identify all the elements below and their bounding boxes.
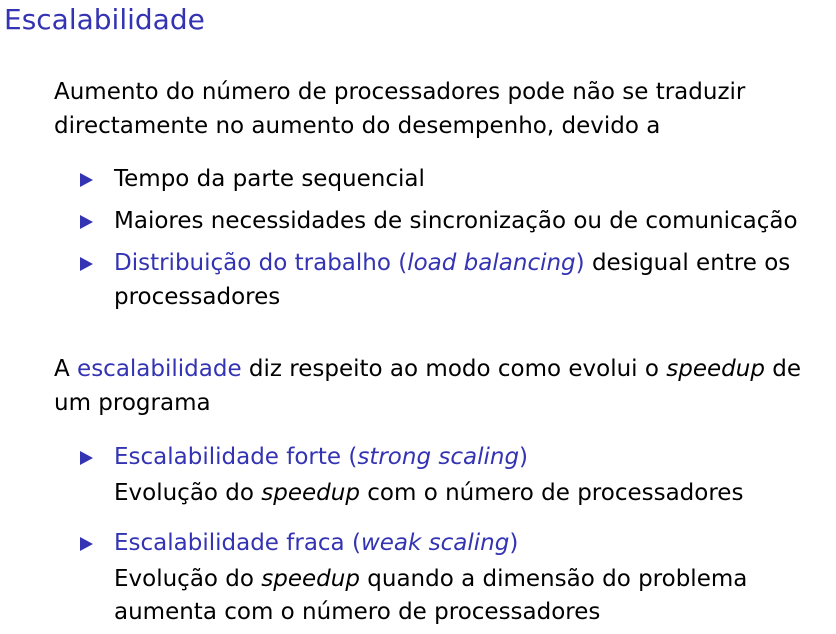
definition-line-2: um programa	[54, 390, 211, 416]
weak-desc-a: Evolução do	[114, 566, 262, 592]
triangle-bullet-icon	[80, 257, 93, 271]
triangle-bullet-icon	[80, 215, 93, 229]
weak-scaling-description-line-2: aumenta com o número de processadores	[114, 599, 601, 625]
triangle-bullet-icon	[80, 537, 93, 551]
slide-title: Escalabilidade	[4, 3, 205, 36]
strong-desc-speedup: speedup	[261, 480, 360, 506]
bullet-item-label: Tempo da parte sequencial	[114, 166, 425, 192]
weak-scaling-term: weak scaling	[360, 530, 510, 556]
intro-line-2: directamente no aumento do desempenho, d…	[54, 113, 661, 139]
strong-scaling-close: )	[519, 444, 529, 470]
weak-scaling-lead: Escalabilidade fraca (	[114, 530, 361, 556]
triangle-bullet-icon	[80, 173, 93, 187]
escalabilidade-term: escalabilidade	[77, 356, 242, 382]
weak-scaling-description: Evolução do speedup quando a dimensão do…	[114, 562, 747, 596]
bullet-item-continuation: processadores	[114, 284, 281, 310]
strong-scaling-description: Evolução do speedup com o número de proc…	[114, 476, 743, 510]
strong-scaling-lead: Escalabilidade forte (	[114, 444, 358, 470]
load-balancing-term: load balancing	[407, 250, 576, 276]
strong-scaling-heading: Escalabilidade forte (strong scaling)	[114, 440, 528, 474]
weak-desc-b: quando a dimensão do problema	[359, 566, 748, 592]
strong-desc-a: Evolução do	[114, 480, 262, 506]
definition-a: A	[54, 356, 78, 382]
load-balancing-lead: Distribuição do trabalho (	[114, 250, 408, 276]
load-balancing-rest: desigual entre os	[584, 250, 791, 276]
load-balancing-close: )	[575, 250, 585, 276]
bullet-item-label: Distribuição do trabalho (load balancing…	[114, 246, 790, 280]
definition-mid: diz respeito ao modo como evolui o	[241, 356, 667, 382]
strong-desc-b: com o número de processadores	[359, 480, 744, 506]
weak-desc-speedup: speedup	[261, 566, 360, 592]
bullet-item-label: Maiores necessidades de sincronização ou…	[114, 208, 798, 234]
speedup-term: speedup	[666, 356, 765, 382]
definition-line-1: A escalabilidade diz respeito ao modo co…	[54, 352, 801, 386]
triangle-bullet-icon	[80, 451, 93, 465]
definition-de: de	[764, 356, 801, 382]
weak-scaling-close: )	[509, 530, 519, 556]
intro-line-1: Aumento do número de processadores pode …	[54, 79, 746, 105]
weak-scaling-heading: Escalabilidade fraca (weak scaling)	[114, 526, 518, 560]
strong-scaling-term: strong scaling	[357, 444, 520, 470]
